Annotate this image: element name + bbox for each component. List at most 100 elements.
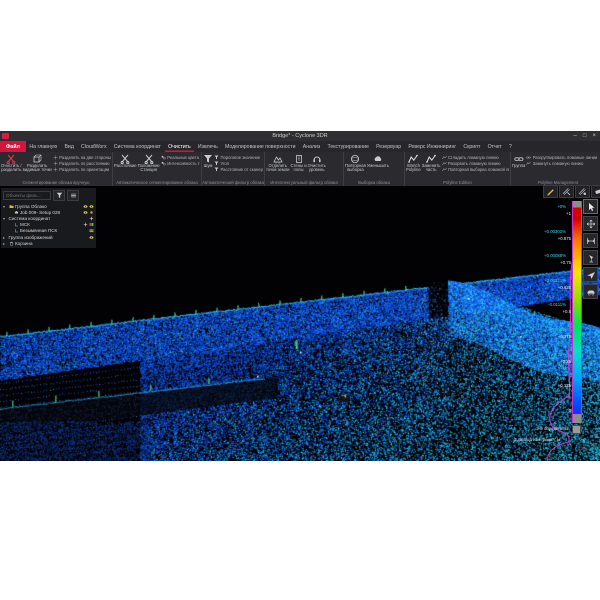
cross-icon[interactable] (89, 216, 94, 221)
menu-tab-13[interactable]: Скрипт (460, 141, 484, 152)
ribbon-button-small[interactable]: Разделить по ориентации (53, 167, 111, 172)
ribbon-button-small[interactable]: Разделить на две стороны (53, 155, 111, 160)
viewport-3d[interactable]: ▾Группа ОблакоJob 009- Setup 028▾Система… (0, 186, 600, 461)
ribbon-button-small[interactable]: Пороговое значение (214, 155, 263, 160)
tree-item-badges (89, 235, 95, 240)
menu-tab-1[interactable]: Файл (0, 141, 26, 152)
lamp-icon[interactable] (583, 250, 598, 265)
hamburger-menu-icon[interactable] (67, 190, 79, 201)
restore-button[interactable]: □ (583, 133, 587, 139)
ribbon-group-5: Повторная выборкаУменьшитьВыборка облака (344, 152, 405, 186)
measure-b-icon[interactable] (575, 185, 590, 198)
ribbon-button[interactable]: Расстояние (114, 153, 137, 168)
ribbon-button-small-label: Интенсивность тона (167, 161, 200, 166)
scale-percent-label: +0.00088% (526, 253, 566, 258)
minimize-button[interactable]: – (574, 133, 577, 139)
menu-tab-10[interactable]: Текстурирование (324, 141, 373, 152)
cross-icon[interactable] (83, 222, 88, 227)
flag-icon[interactable] (89, 222, 94, 227)
ribbon-button-small[interactable]: Замкнуть ломаную линию (526, 161, 597, 166)
ribbon-button[interactable]: Разделить видимые точки (23, 153, 52, 173)
ribbon-button-label: Уменьшить (367, 164, 389, 168)
ribbon-button-small[interactable]: Реальные цвета (161, 155, 200, 160)
ribbon-button[interactable]: Стены и полы (291, 153, 307, 173)
tree-expander-icon[interactable]: ▾ (3, 204, 7, 209)
ribbon-button-small[interactable]: Расстояние от сканера (214, 167, 263, 172)
viewport-edit-toolbar (543, 185, 600, 198)
vehicle-icon[interactable] (583, 284, 598, 299)
ribbon-button[interactable]: Очистить / разделить (1, 153, 22, 173)
viewport-side-toolbar (583, 199, 598, 299)
menu-tab-8[interactable]: Моделирование поверхности (221, 141, 299, 152)
scale-percent-label: +0.00321% (526, 278, 566, 283)
tree-expander-icon[interactable]: ▸ (3, 241, 7, 246)
move-icon[interactable] (583, 216, 598, 231)
menu-tab-12[interactable]: Реверс Инжиниринг (405, 141, 460, 152)
search-input[interactable] (3, 191, 51, 200)
ribbon-button-small[interactable]: Разорвать ломаную линию (442, 161, 510, 166)
scale-percent-label: +0.806% (526, 327, 566, 332)
sun-icon[interactable] (89, 210, 94, 215)
ribbon-button-small[interactable]: Повторная выборка ломаной линии (442, 167, 510, 172)
ribbon-group-label: Polyline Edition (405, 179, 510, 186)
menu-tab-4[interactable]: CloudWorx (77, 141, 110, 152)
measure-width-icon[interactable] (583, 233, 598, 248)
tree-search-row (3, 190, 95, 201)
menu-tab-11[interactable]: Резервуар (372, 141, 404, 152)
eraser-icon[interactable] (591, 185, 600, 198)
eye-icon[interactable] (83, 204, 88, 209)
ribbon-button-small-label: Расстояние от сканера (221, 167, 264, 172)
close-button[interactable]: × (592, 133, 596, 139)
tree-expander-icon[interactable]: ▸ (3, 235, 7, 240)
ribbon-button[interactable]: Уменьшить (367, 153, 389, 168)
ribbon-button-label: Очистить / разделить (1, 164, 22, 173)
ribbon-button[interactable]: Группа (512, 153, 525, 168)
cloud-icon (14, 210, 19, 215)
tree-item-badges (89, 228, 95, 233)
measure-a-icon[interactable] (559, 185, 574, 198)
menu-tab-3[interactable]: Вид (61, 141, 78, 152)
tree-item-label: Job 009- Setup 028 (20, 210, 60, 215)
menu-tab-5[interactable]: Система координат (110, 141, 164, 152)
ribbon-group-items: ШумПороговое значениеУголРасстояние от с… (202, 152, 264, 179)
menu-tab-2[interactable]: На главную (26, 141, 61, 152)
ribbon-button-small[interactable]: Сгладить ломаную линию (442, 155, 510, 160)
fly-icon[interactable] (583, 267, 598, 282)
eye-icon[interactable] (89, 204, 94, 209)
ribbon-button-small[interactable]: Разгруппировать ломаные линии (526, 155, 597, 160)
scale-percent-label: +7.31% (526, 352, 566, 357)
ribbon-small-rows: Сгладить ломаную линиюРазорвать ломаную … (442, 153, 510, 172)
ribbon-button[interactable]: Положение Станция (138, 153, 160, 173)
tree-item[interactable]: ▸Корзина (3, 240, 95, 246)
flag2-icon[interactable] (89, 228, 94, 233)
ribbon-button[interactable]: Отделить точки земли (266, 153, 290, 173)
eye-icon[interactable] (89, 235, 94, 240)
ribbon-button[interactable]: Заменить часть (422, 153, 441, 173)
pencil-icon[interactable] (543, 185, 558, 198)
ribbon-button[interactable]: Очистить уровень (308, 153, 326, 173)
menu-tab-15[interactable]: ? (505, 141, 515, 152)
select-cursor-icon[interactable] (583, 199, 598, 214)
poly-s-icon (442, 161, 447, 166)
eye-icon[interactable] (83, 210, 88, 215)
menu-tab-6[interactable]: Очистить (165, 141, 195, 152)
tree-item-label: Система координат (9, 216, 51, 221)
ribbon-group-4: Отделить точки землиСтены и полыОчистить… (265, 152, 344, 186)
menu-tab-9[interactable]: Анализ (299, 141, 324, 152)
ribbon-button[interactable]: Stretch Polyline (406, 153, 421, 173)
menu-tab-7[interactable]: Извлечь (194, 141, 221, 152)
tree-item-label: МСК (20, 222, 30, 227)
ribbon-button[interactable]: Шум (203, 153, 213, 168)
ribbon-group-items: РасстояниеПоложение Станция Реальные цвет… (113, 152, 201, 179)
ribbon-button[interactable]: Повторная выборка (345, 153, 366, 173)
tree-item-badges (83, 210, 96, 215)
tree-item-label: Безымянная ПСК (20, 228, 57, 233)
tree-expander-icon[interactable]: ▾ (3, 216, 7, 221)
ribbon-button-small[interactable]: Интенсивность тона (161, 161, 200, 166)
ribbon-button-small-label: Реальные цвета (167, 155, 199, 160)
menu-tab-14[interactable]: Отчет (484, 141, 505, 152)
ribbon-button-small[interactable]: Угол (214, 161, 263, 166)
scale-value-label: +0.75 (531, 260, 571, 265)
filter-icon[interactable] (53, 190, 65, 201)
ribbon-button-small[interactable]: Разделить по расстоянию (53, 161, 111, 166)
